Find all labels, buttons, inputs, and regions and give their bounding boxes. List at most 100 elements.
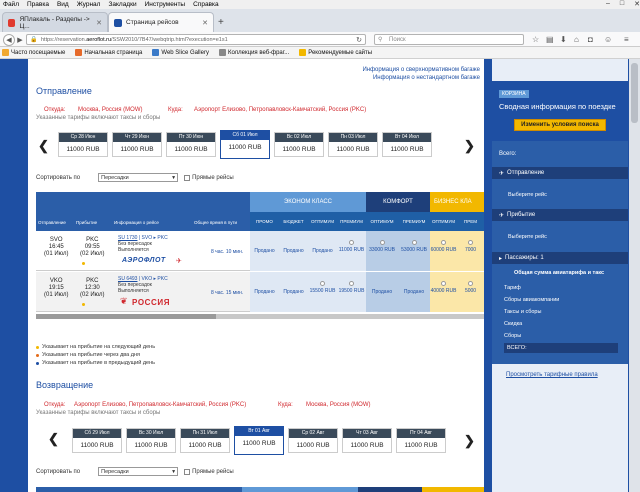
date-cell[interactable]: Пт 30 Июн 11000 RUB — [166, 132, 216, 157]
arrival-cell: PKC 12:30 (02 Июл) — [80, 278, 105, 299]
departure-section-head[interactable]: ✈ Отправление — [492, 167, 628, 179]
fare-radio[interactable] — [468, 281, 473, 286]
arrival-section-head[interactable]: ✈ Прибытие — [492, 209, 628, 221]
star-icon[interactable]: ☆ — [532, 35, 539, 44]
close-tab-icon[interactable]: ✕ — [202, 19, 208, 27]
direct-flights-checkbox[interactable] — [184, 174, 191, 181]
fare-cell[interactable]: 15500 RUB — [308, 281, 337, 294]
fare-cell[interactable]: 5000 — [457, 281, 484, 294]
bookmark-start-page[interactable]: Начальная страница — [75, 49, 142, 56]
dep-date: (01 Июл) — [44, 251, 69, 257]
reload-icon[interactable]: ↻ — [356, 36, 362, 44]
date-cell[interactable]: Пт 04 Авг 11000 RUB — [396, 428, 446, 453]
table-scrollbar[interactable] — [36, 314, 484, 319]
fare-rules-link[interactable]: Просмотреть тарифные правила — [506, 372, 598, 378]
bookmark-collection[interactable]: Коллекция веб-фраг... — [218, 49, 289, 56]
return-next-arrow-icon[interactable]: ❯ — [464, 433, 475, 449]
date-cell[interactable]: Ср 02 Авг 11000 RUB — [288, 428, 338, 453]
date-cell[interactable]: Пн 03 Июл 11000 RUB — [328, 132, 378, 157]
menu-tools[interactable]: Инструменты — [145, 1, 186, 8]
change-search-button[interactable]: Изменить условия поиска — [514, 119, 606, 131]
fare-cell[interactable]: 40000 RUB — [430, 281, 457, 294]
menu-help[interactable]: Справка — [193, 1, 219, 8]
passengers-head[interactable]: ▸ Пассажиры: 1 — [492, 252, 628, 264]
date-cell[interactable]: Вт 01 Авг 11000 RUB — [234, 426, 284, 455]
fare-cell[interactable]: 19500 RUB — [337, 281, 366, 294]
menu-history[interactable]: Журнал — [77, 1, 101, 8]
new-tab-icon[interactable]: + — [218, 17, 224, 28]
fare-label: БЮДЖЕТ — [283, 219, 304, 224]
lock-icon: 🔒 — [30, 37, 38, 43]
fare-radio[interactable] — [468, 240, 473, 245]
fare-radio[interactable] — [411, 240, 417, 245]
menu-edit[interactable]: Правка — [27, 1, 49, 8]
legend-two-days: Указывает на прибытие через два дня — [36, 352, 140, 358]
fare-cell[interactable]: 60000 RUB — [430, 240, 457, 253]
date-cell[interactable]: Пн 31 Июл 11000 RUB — [180, 428, 230, 453]
bookmark-most-visited[interactable]: Часто посещаемые — [2, 49, 65, 56]
date-cell[interactable]: Ср 28 Июн 11000 RUB — [58, 132, 108, 157]
forward-icon[interactable]: ▶ — [14, 34, 26, 46]
fare-radio[interactable] — [379, 240, 385, 245]
fare-cell[interactable]: 11000 RUB — [337, 240, 366, 253]
next-dates-arrow-icon[interactable]: ❯ — [464, 138, 475, 154]
date-cell[interactable]: Вт 04 Июл 11000 RUB — [382, 132, 432, 157]
date-cell[interactable]: Чт 03 Авг 11000 RUB — [342, 428, 392, 453]
fare-cell[interactable]: 33000 RUB — [366, 240, 398, 253]
excess-baggage-link[interactable]: Информация о сверхнормативном багаже — [362, 67, 480, 73]
close-tab-icon[interactable]: ✕ — [96, 19, 102, 27]
date-price: 11000 RUB — [242, 440, 276, 447]
class-label: КОМФОРТ — [383, 199, 413, 205]
date-cell[interactable]: Вс 30 Июл 11000 RUB — [126, 428, 176, 453]
date-cell[interactable]: Сб 29 Июл 11000 RUB — [72, 428, 122, 453]
search-input[interactable]: ⚲ Поиск — [374, 34, 524, 45]
menu-file[interactable]: Файл — [3, 1, 19, 8]
return-direct-checkbox[interactable] — [184, 468, 191, 475]
sort-select[interactable]: Пересадки — [98, 173, 179, 182]
return-title: Возвращение — [36, 380, 94, 390]
date-cell[interactable]: Сб 01 Июл 11000 RUB — [220, 130, 270, 159]
to-label: Куда: — [168, 107, 183, 113]
tab-yaplakal[interactable]: ЯПлакаль - Разделы -> Ц... ✕ — [2, 12, 108, 32]
bookmark-recommended[interactable]: Рекомендуемые сайты — [299, 49, 372, 56]
hamburger-menu-icon[interactable]: ≡ — [624, 35, 629, 44]
close-window-icon[interactable]: ✕ — [634, 0, 640, 9]
oversize-baggage-link[interactable]: Информация о нестандартном багаже — [373, 75, 480, 81]
fare-radio[interactable] — [320, 281, 325, 286]
fare-radio[interactable] — [349, 281, 354, 286]
return-prev-arrow-icon[interactable]: ❮ — [48, 431, 59, 447]
fare-cell[interactable]: 53000 RUB — [398, 240, 430, 253]
fare-radio[interactable] — [441, 281, 446, 286]
table-row[interactable]: VKO 19:15 (01 Июл) PKC 12:30 (02 Июл) SU 649… — [36, 272, 484, 312]
maximize-icon[interactable]: □ — [620, 0, 624, 9]
fare-note: Указанные тарифы включают таксы и сборы — [36, 115, 161, 121]
menu-view[interactable]: Вид — [57, 1, 69, 8]
next-day-dot-icon — [82, 303, 85, 306]
tab-flights[interactable]: Страница рейсов ✕ — [108, 12, 214, 32]
fare-radio[interactable] — [441, 240, 446, 245]
fare-cell: Продано — [279, 248, 308, 254]
chat-icon[interactable]: ☺ — [604, 35, 612, 44]
home-icon[interactable]: ⌂ — [574, 35, 579, 44]
return-sort-select[interactable]: Пересадки — [98, 467, 179, 476]
address-bar[interactable]: 🔒 https://reservation. aeroflot.ru/SSW201… — [26, 34, 366, 45]
fare-label: ОПТИМУМ — [370, 219, 394, 224]
fare-cell[interactable]: 7000 — [457, 240, 484, 253]
bookmark-web-slice[interactable]: Web Slice Gallery — [152, 49, 209, 56]
minimize-icon[interactable]: – — [606, 0, 610, 9]
pocket-icon[interactable]: ◘ — [588, 35, 593, 44]
table-row[interactable]: SVO 16:45 (01 Июл) PKC 09:55 (02 Июл) SU 173… — [36, 231, 484, 271]
prev-dates-arrow-icon[interactable]: ❮ — [38, 138, 49, 154]
sold-out-label: Продано — [254, 289, 275, 295]
date-cell[interactable]: Вс 02 Июл 11000 RUB — [274, 132, 324, 157]
download-icon[interactable]: ⬇ — [560, 35, 567, 44]
menu-bookmarks[interactable]: Закладки — [108, 1, 136, 8]
arrival-choose: Выберите рейс — [508, 234, 547, 240]
reading-list-icon[interactable]: ▤ — [546, 35, 554, 44]
date-cell[interactable]: Чт 29 Июн 11000 RUB — [112, 132, 162, 157]
sold-out-label: Продано — [283, 248, 304, 254]
scrollbar-thumb[interactable] — [36, 314, 216, 319]
page-scrollbar-thumb[interactable] — [631, 63, 638, 123]
page-scrollbar[interactable] — [629, 59, 640, 492]
fare-radio[interactable] — [349, 240, 354, 245]
